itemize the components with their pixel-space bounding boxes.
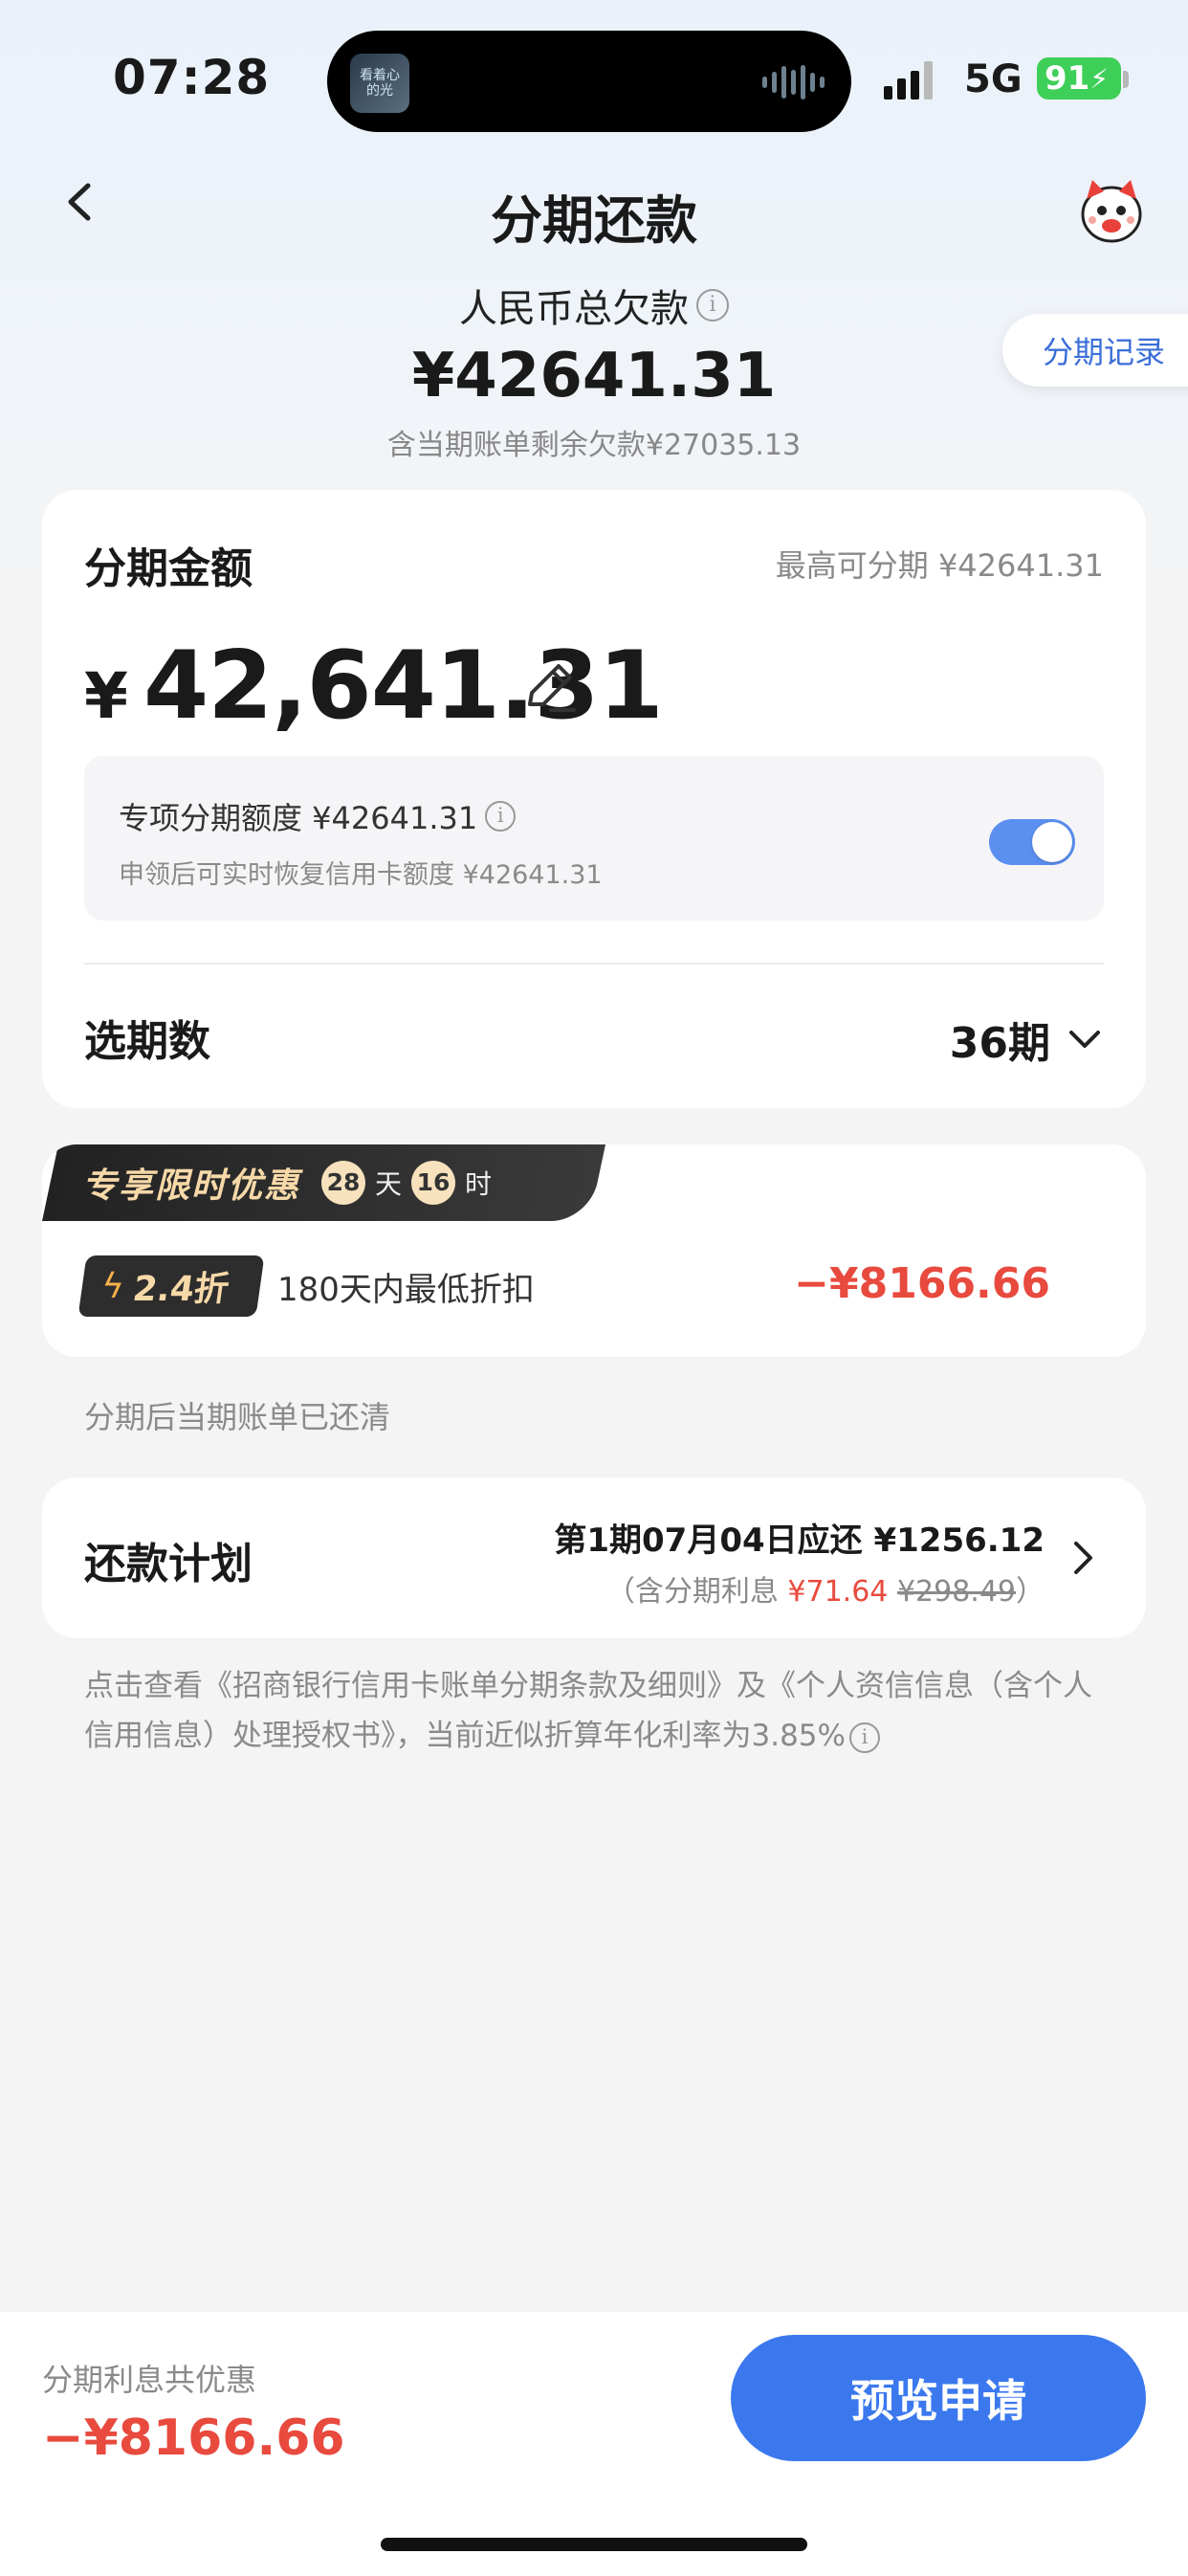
currency-symbol: ¥ — [84, 659, 128, 733]
installment-amount-card: 分期金额 最高可分期 ¥42641.31 ¥ 42,641.31 专项分期额度 … — [42, 490, 1146, 1108]
special-quota-desc: 申领后可实时恢复信用卡额度 ¥42641.31 — [119, 860, 603, 890]
terms-text[interactable]: 点击查看《招商银行信用卡账单分期条款及细则》及《个人资信信息（含个人信用信息）处… — [84, 1661, 1117, 1761]
info-icon[interactable]: i — [696, 289, 729, 322]
audio-wave-icon — [762, 65, 825, 100]
info-icon[interactable]: i — [848, 1721, 880, 1753]
first-payment: 第1期07月04日应还 ¥1256.12 — [554, 1521, 1045, 1560]
special-quota-box: 专项分期额度 ¥42641.31 i 申领后可实时恢复信用卡额度 ¥42641.3… — [84, 756, 1104, 921]
interest-original: ¥298.49 — [896, 1575, 1016, 1609]
repayment-plan-label: 还款计划 — [84, 1540, 253, 1588]
installment-record-button[interactable]: 分期记录 — [1002, 314, 1188, 387]
interest-saving-label: 分期利息共优惠 — [42, 2362, 257, 2398]
bolt-icon: ϟ — [99, 1266, 127, 1306]
toggle-knob — [1032, 822, 1072, 862]
total-debt-label: 人民币总欠款 i — [0, 278, 1188, 333]
bottom-bar: 分期利息共优惠 −¥8166.66 预览申请 — [0, 2312, 1188, 2576]
discount-amount: −¥8166.66 — [794, 1259, 1050, 1308]
countdown-days: 28 — [321, 1161, 366, 1205]
network-type: 5G — [964, 57, 1023, 101]
status-time: 07:28 — [113, 50, 271, 105]
chevron-right-icon[interactable] — [1071, 1539, 1096, 1577]
divider — [84, 963, 1104, 965]
special-quota-title: 专项分期额度 ¥42641.31 i — [119, 794, 517, 838]
cellular-signal-icon — [884, 59, 933, 100]
battery-icon: 91 ⚡ — [1037, 57, 1121, 100]
special-quota-title-text: 专项分期额度 ¥42641.31 — [119, 800, 478, 836]
preview-apply-button[interactable]: 预览申请 — [731, 2335, 1146, 2461]
info-icon[interactable]: i — [485, 801, 517, 832]
dynamic-island[interactable]: 看着心的光 — [327, 31, 851, 132]
now-playing-artwork: 看着心的光 — [350, 54, 409, 113]
repayment-plan-card[interactable]: 还款计划 第1期07月04日应还 ¥1256.12 （含分期利息 ¥71.64 … — [42, 1477, 1146, 1638]
bill-cleared-note: 分期后当期账单已还清 — [84, 1399, 391, 1435]
current-bill-remaining: 含当期账单剩余欠款¥27035.13 — [386, 429, 802, 462]
discount-badge: ϟ 2.4折 — [77, 1255, 265, 1317]
interest-detail: （含分期利息 ¥71.64 ¥298.49） — [606, 1567, 1045, 1610]
interest-discounted: ¥71.64 — [787, 1575, 889, 1609]
page-title: 分期还款 — [491, 190, 697, 251]
edit-icon[interactable] — [518, 656, 580, 718]
interest-prefix: （含分期利息 — [605, 1575, 788, 1609]
period-label: 选期数 — [84, 1017, 210, 1066]
promo-card: 专享限时优惠 28 天 16 时 ϟ 2.4折 180天内最低折扣 −¥8166… — [42, 1144, 1146, 1357]
total-debt-label-text: 人民币总欠款 — [459, 287, 689, 331]
home-indicator[interactable] — [381, 2538, 807, 2551]
special-quota-toggle[interactable] — [989, 819, 1075, 865]
countdown-days-unit: 天 — [375, 1168, 403, 1200]
discount-rate: 2.4折 — [130, 1270, 231, 1309]
countdown-hours: 16 — [411, 1161, 456, 1205]
installment-amount-number: 42,641.31 — [143, 632, 664, 741]
chevron-down-icon[interactable] — [1067, 1028, 1102, 1051]
mascot-icon[interactable] — [1075, 176, 1148, 245]
interest-saving-amount: −¥8166.66 — [42, 2409, 345, 2467]
battery-tip — [1123, 71, 1129, 88]
interest-suffix: ） — [1016, 1575, 1045, 1609]
terms-link[interactable]: 点击查看《招商银行信用卡账单分期条款及细则》及《个人资信信息（含个人信用信息）处… — [84, 1669, 1092, 1753]
promo-header: 专享限时优惠 28 天 16 时 — [82, 1144, 501, 1221]
countdown-hours-unit: 时 — [465, 1168, 493, 1200]
battery-level: 91 — [1045, 59, 1090, 98]
period-selector[interactable]: 36期 — [950, 1009, 1050, 1070]
installment-amount-title: 分期金额 — [84, 544, 253, 593]
max-installment-label: 最高可分期 ¥42641.31 — [775, 547, 1104, 584]
promo-title: 专享限时优惠 — [82, 1166, 301, 1206]
discount-desc: 180天内最低折扣 — [277, 1271, 535, 1309]
